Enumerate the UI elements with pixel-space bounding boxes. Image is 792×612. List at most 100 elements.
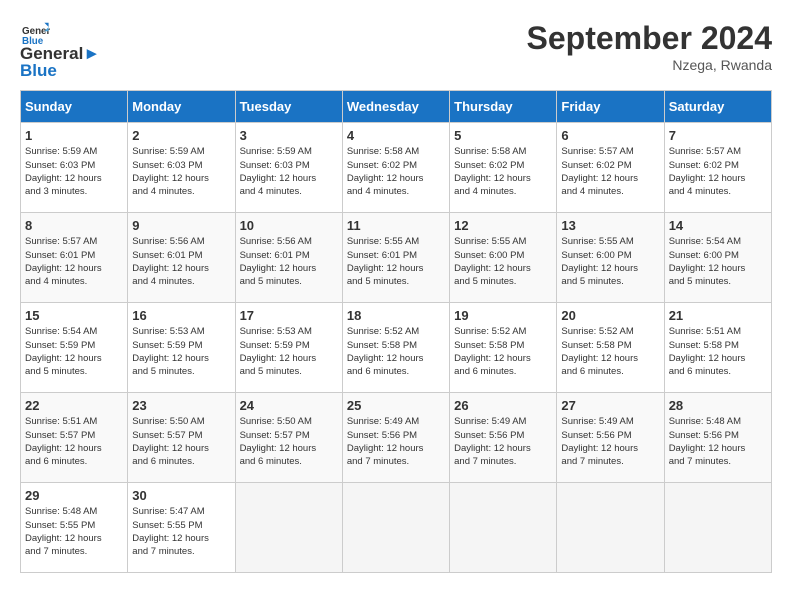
- table-row: 2 Sunrise: 5:59 AM Sunset: 6:03 PM Daylig…: [128, 123, 235, 213]
- day-info: Sunrise: 5:59 AM Sunset: 6:03 PM Dayligh…: [25, 145, 123, 198]
- table-row: 6Sunrise: 5:57 AM Sunset: 6:02 PM Daylig…: [557, 123, 664, 213]
- day-info: Sunrise: 5:48 AM Sunset: 5:56 PM Dayligh…: [669, 415, 767, 468]
- day-info: Sunrise: 5:51 AM Sunset: 5:57 PM Dayligh…: [25, 415, 123, 468]
- day-info: Sunrise: 5:52 AM Sunset: 5:58 PM Dayligh…: [561, 325, 659, 378]
- col-monday: Monday: [128, 91, 235, 123]
- month-title: September 2024: [527, 20, 772, 57]
- col-sunday: Sunday: [21, 91, 128, 123]
- day-info: Sunrise: 5:49 AM Sunset: 5:56 PM Dayligh…: [454, 415, 552, 468]
- table-row: 17Sunrise: 5:53 AM Sunset: 5:59 PM Dayli…: [235, 303, 342, 393]
- table-row: 1 Sunrise: 5:59 AM Sunset: 6:03 PM Daylig…: [21, 123, 128, 213]
- day-info: Sunrise: 5:58 AM Sunset: 6:02 PM Dayligh…: [454, 145, 552, 198]
- table-row: 3 Sunrise: 5:59 AM Sunset: 6:03 PM Daylig…: [235, 123, 342, 213]
- col-thursday: Thursday: [450, 91, 557, 123]
- day-number: 2: [132, 128, 230, 143]
- day-info: Sunrise: 5:58 AM Sunset: 6:02 PM Dayligh…: [347, 145, 445, 198]
- logo: General Blue General► Blue: [20, 20, 100, 80]
- day-number: 23: [132, 398, 230, 413]
- day-number: 4: [347, 128, 445, 143]
- table-row: [235, 483, 342, 573]
- day-number: 22: [25, 398, 123, 413]
- table-row: 12 Sunrise: 5:55 AM Sunset: 6:00 PM Dayli…: [450, 213, 557, 303]
- day-number: 3: [240, 128, 338, 143]
- day-info: Sunrise: 5:50 AM Sunset: 5:57 PM Dayligh…: [240, 415, 338, 468]
- day-info: Sunrise: 5:52 AM Sunset: 5:58 PM Dayligh…: [347, 325, 445, 378]
- day-info: Sunrise: 5:57 AM Sunset: 6:02 PM Dayligh…: [561, 145, 659, 198]
- table-row: 27 Sunrise: 5:49 AM Sunset: 5:56 PM Dayli…: [557, 393, 664, 483]
- day-info: Sunrise: 5:59 AM Sunset: 6:03 PM Dayligh…: [240, 145, 338, 198]
- day-number: 12: [454, 218, 552, 233]
- table-row: 5 Sunrise: 5:58 AM Sunset: 6:02 PM Daylig…: [450, 123, 557, 213]
- table-row: 20Sunrise: 5:52 AM Sunset: 5:58 PM Dayli…: [557, 303, 664, 393]
- table-row: 30 Sunrise: 5:47 AM Sunset: 5:55 PM Dayli…: [128, 483, 235, 573]
- day-number: 8: [25, 218, 123, 233]
- table-row: [342, 483, 449, 573]
- day-number: 30: [132, 488, 230, 503]
- table-row: 23 Sunrise: 5:50 AM Sunset: 5:57 PM Dayli…: [128, 393, 235, 483]
- day-info: Sunrise: 5:49 AM Sunset: 5:56 PM Dayligh…: [561, 415, 659, 468]
- table-row: 18 Sunrise: 5:52 AM Sunset: 5:58 PM Dayli…: [342, 303, 449, 393]
- calendar-header-row: Sunday Monday Tuesday Wednesday Thursday…: [21, 91, 772, 123]
- table-row: 14 Sunrise: 5:54 AM Sunset: 6:00 PM Dayli…: [664, 213, 771, 303]
- col-saturday: Saturday: [664, 91, 771, 123]
- day-number: 17: [240, 308, 338, 323]
- day-number: 18: [347, 308, 445, 323]
- day-info: Sunrise: 5:54 AM Sunset: 5:59 PM Dayligh…: [25, 325, 123, 378]
- table-row: 7 Sunrise: 5:57 AM Sunset: 6:02 PM Daylig…: [664, 123, 771, 213]
- day-info: Sunrise: 5:50 AM Sunset: 5:57 PM Dayligh…: [132, 415, 230, 468]
- table-row: 29 Sunrise: 5:48 AM Sunset: 5:55 PM Dayli…: [21, 483, 128, 573]
- col-wednesday: Wednesday: [342, 91, 449, 123]
- table-row: 15 Sunrise: 5:54 AM Sunset: 5:59 PM Dayli…: [21, 303, 128, 393]
- day-info: Sunrise: 5:48 AM Sunset: 5:55 PM Dayligh…: [25, 505, 123, 558]
- calendar-table: Sunday Monday Tuesday Wednesday Thursday…: [20, 90, 772, 573]
- day-number: 21: [669, 308, 767, 323]
- day-info: Sunrise: 5:47 AM Sunset: 5:55 PM Dayligh…: [132, 505, 230, 558]
- day-info: Sunrise: 5:59 AM Sunset: 6:03 PM Dayligh…: [132, 145, 230, 198]
- day-number: 10: [240, 218, 338, 233]
- day-number: 9: [132, 218, 230, 233]
- day-info: Sunrise: 5:49 AM Sunset: 5:56 PM Dayligh…: [347, 415, 445, 468]
- table-row: 19Sunrise: 5:52 AM Sunset: 5:58 PM Dayli…: [450, 303, 557, 393]
- calendar-row: 1 Sunrise: 5:59 AM Sunset: 6:03 PM Daylig…: [21, 123, 772, 213]
- day-info: Sunrise: 5:55 AM Sunset: 6:00 PM Dayligh…: [454, 235, 552, 288]
- table-row: 11 Sunrise: 5:55 AM Sunset: 6:01 PM Dayli…: [342, 213, 449, 303]
- table-row: 4 Sunrise: 5:58 AM Sunset: 6:02 PM Daylig…: [342, 123, 449, 213]
- table-row: [664, 483, 771, 573]
- table-row: 21 Sunrise: 5:51 AM Sunset: 5:58 PM Dayli…: [664, 303, 771, 393]
- day-info: Sunrise: 5:51 AM Sunset: 5:58 PM Dayligh…: [669, 325, 767, 378]
- day-number: 25: [347, 398, 445, 413]
- table-row: 22 Sunrise: 5:51 AM Sunset: 5:57 PM Dayli…: [21, 393, 128, 483]
- day-info: Sunrise: 5:54 AM Sunset: 6:00 PM Dayligh…: [669, 235, 767, 288]
- day-number: 19: [454, 308, 552, 323]
- day-number: 7: [669, 128, 767, 143]
- day-number: 1: [25, 128, 123, 143]
- day-info: Sunrise: 5:56 AM Sunset: 6:01 PM Dayligh…: [240, 235, 338, 288]
- table-row: 26 Sunrise: 5:49 AM Sunset: 5:56 PM Dayli…: [450, 393, 557, 483]
- calendar-row: 8Sunrise: 5:57 AM Sunset: 6:01 PM Daylig…: [21, 213, 772, 303]
- calendar-row: 15 Sunrise: 5:54 AM Sunset: 5:59 PM Dayli…: [21, 303, 772, 393]
- table-row: 13Sunrise: 5:55 AM Sunset: 6:00 PM Dayli…: [557, 213, 664, 303]
- day-info: Sunrise: 5:55 AM Sunset: 6:01 PM Dayligh…: [347, 235, 445, 288]
- day-number: 16: [132, 308, 230, 323]
- day-info: Sunrise: 5:56 AM Sunset: 6:01 PM Dayligh…: [132, 235, 230, 288]
- day-number: 29: [25, 488, 123, 503]
- day-number: 27: [561, 398, 659, 413]
- day-number: 28: [669, 398, 767, 413]
- table-row: 16 Sunrise: 5:53 AM Sunset: 5:59 PM Dayli…: [128, 303, 235, 393]
- day-info: Sunrise: 5:57 AM Sunset: 6:02 PM Dayligh…: [669, 145, 767, 198]
- day-number: 11: [347, 218, 445, 233]
- day-number: 26: [454, 398, 552, 413]
- day-number: 5: [454, 128, 552, 143]
- table-row: 9 Sunrise: 5:56 AM Sunset: 6:01 PM Daylig…: [128, 213, 235, 303]
- day-number: 14: [669, 218, 767, 233]
- table-row: 25 Sunrise: 5:49 AM Sunset: 5:56 PM Dayli…: [342, 393, 449, 483]
- table-row: 8Sunrise: 5:57 AM Sunset: 6:01 PM Daylig…: [21, 213, 128, 303]
- page-header: General Blue General► Blue September 202…: [20, 20, 772, 80]
- day-info: Sunrise: 5:53 AM Sunset: 5:59 PM Dayligh…: [132, 325, 230, 378]
- table-row: 28 Sunrise: 5:48 AM Sunset: 5:56 PM Dayli…: [664, 393, 771, 483]
- table-row: [557, 483, 664, 573]
- day-number: 15: [25, 308, 123, 323]
- day-number: 13: [561, 218, 659, 233]
- col-friday: Friday: [557, 91, 664, 123]
- col-tuesday: Tuesday: [235, 91, 342, 123]
